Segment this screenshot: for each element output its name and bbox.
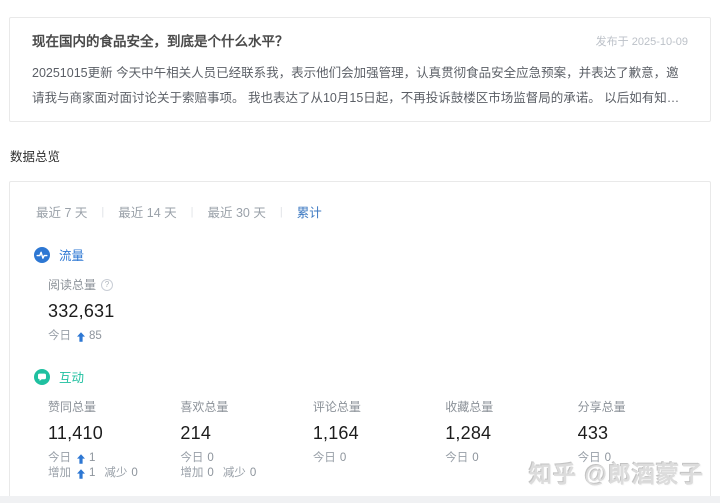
publish-date: 发布于 2025-10-09 (595, 36, 688, 48)
metric-label: 收藏总量 (445, 400, 494, 414)
tab-last-14-days[interactable]: 最近 14 天 (116, 202, 178, 221)
decrease-label: 减少 (104, 467, 128, 479)
traffic-icon (34, 246, 50, 263)
decrease-value: 0 (249, 467, 257, 479)
today-value: 1 (89, 452, 96, 464)
metric-label: 阅读总量 (48, 278, 97, 292)
interaction-icon (34, 368, 50, 385)
today-value: 0 (472, 452, 479, 464)
increase-label: 增加 (48, 467, 71, 479)
metric-today-line: 今日 1 (48, 452, 180, 465)
traffic-section-label: 流量 (59, 249, 85, 263)
metric-label: 评论总量 (312, 400, 361, 414)
metric-label: 赞同总量 (48, 400, 97, 414)
traffic-metrics: 阅读总量 332,631 今日 85 (48, 276, 710, 343)
metric-read-total: 阅读总量 332,631 今日 85 (48, 276, 248, 343)
metric-today-line: 今日 85 (48, 330, 248, 343)
tab-total[interactable]: 累计 (295, 202, 324, 221)
metric-value: 11,410 (48, 423, 103, 443)
decrease-label: 减少 (222, 467, 246, 479)
today-label: 今日 (48, 330, 71, 342)
today-label: 今日 (445, 452, 469, 464)
metric-today-line: 今日 0 (180, 452, 312, 465)
traffic-section: 流量 阅读总量 332,631 今日 85 (26, 245, 710, 343)
interaction-section-label: 互动 (59, 371, 85, 385)
interaction-section-head: 互动 (34, 367, 710, 386)
metric-value: 332,631 (48, 301, 115, 321)
overview-heading: 数据总览 (10, 150, 61, 164)
traffic-section-head: 流量 (34, 245, 710, 264)
metric-value: 433 (577, 423, 609, 443)
metric-label: 分享总量 (577, 400, 626, 414)
today-label: 今日 (312, 452, 336, 464)
tab-last-7-days[interactable]: 最近 7 天 (34, 202, 89, 221)
post-card: 现在国内的食品安全，到底是个什么水平？ 发布于 2025-10-09 20251… (9, 17, 711, 122)
tab-divider: | (101, 205, 105, 218)
up-arrow-icon (77, 468, 85, 479)
metric-upvote-total: 赞同总量 11,410 今日 1 增加 1 减少 0 (48, 398, 180, 480)
increase-label: 增加 (180, 467, 204, 479)
post-header: 现在国内的食品安全，到底是个什么水平？ 发布于 2025-10-09 (32, 34, 688, 50)
metric-today-line: 今日 0 (313, 452, 445, 465)
today-value: 0 (207, 452, 214, 464)
help-icon[interactable] (101, 278, 114, 291)
today-label: 今日 (180, 452, 204, 464)
metric-value: 1,164 (312, 423, 359, 443)
page-bottom-strip (0, 496, 720, 503)
page: 现在国内的食品安全，到底是个什么水平？ 发布于 2025-10-09 20251… (0, 0, 720, 503)
metric-value: 1,284 (445, 423, 492, 443)
post-body-excerpt: 20251015更新 今天中午相关人员已经联系我，表示他们会加强管理，认真贯彻食… (32, 66, 680, 105)
metric-value: 214 (180, 423, 212, 443)
metric-delta-line: 增加 1 减少 0 (48, 467, 180, 480)
up-arrow-icon (77, 453, 85, 464)
post-title[interactable]: 现在国内的食品安全，到底是个什么水平？ (32, 34, 289, 50)
tab-divider: | (279, 205, 283, 218)
decrease-value: 0 (131, 467, 138, 479)
tab-last-30-days[interactable]: 最近 30 天 (205, 202, 267, 221)
up-arrow-icon (77, 331, 85, 342)
metric-like-total: 喜欢总量 214 今日 0 增加 0 减少 0 (180, 398, 312, 480)
watermark: 知乎 @郎酒蒙子 (529, 461, 704, 487)
metric-label: 喜欢总量 (180, 400, 229, 414)
today-value: 0 (339, 452, 347, 464)
increase-value: 1 (89, 467, 96, 479)
metric-comment-total: 评论总量 1,164 今日 0 (313, 398, 445, 480)
today-value: 85 (89, 330, 102, 342)
metric-delta-line: 增加 0 减少 0 (180, 467, 312, 480)
today-label: 今日 (48, 452, 71, 464)
range-tabs: 最近 7 天 | 最近 14 天 | 最近 30 天 | 累计 (34, 202, 710, 221)
tab-divider: | (190, 205, 194, 218)
increase-value: 0 (207, 467, 214, 479)
